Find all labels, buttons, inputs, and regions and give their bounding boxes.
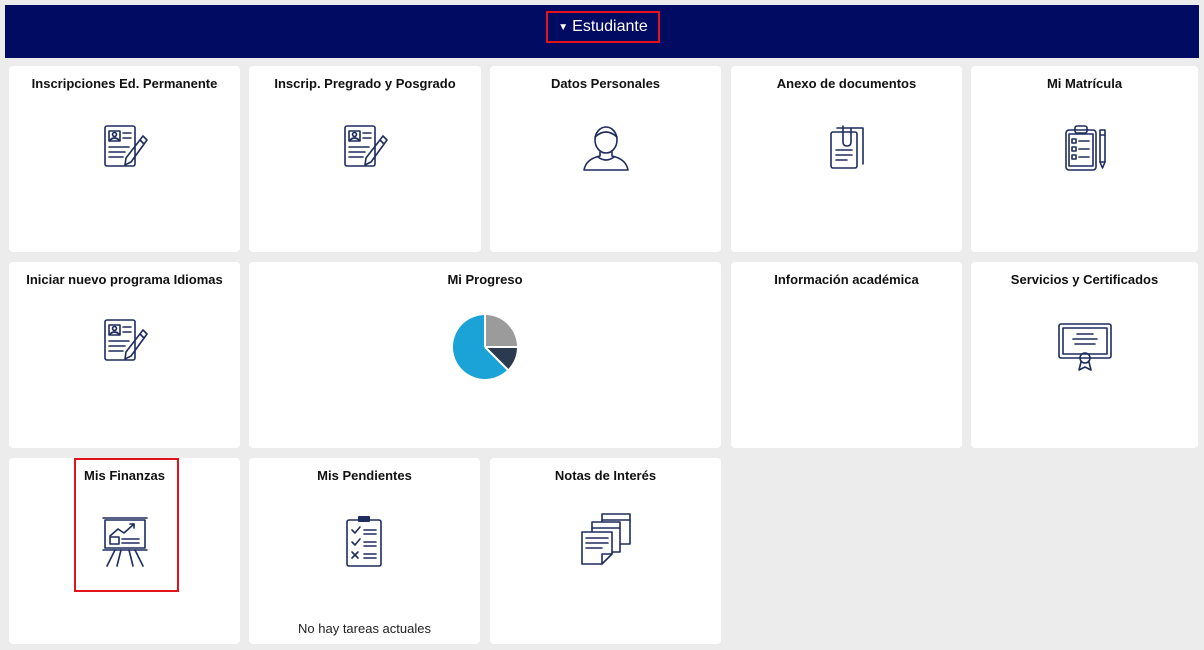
tile-mis-pendientes[interactable]: Mis Pendientes No hay tareas actuales — [249, 458, 480, 644]
tile-title: Anexo de documentos — [776, 76, 917, 91]
tile-title: Iniciar nuevo programa Idiomas — [26, 272, 223, 287]
form-edit-icon — [335, 118, 395, 178]
stacked-notes-icon — [576, 508, 636, 568]
tile-title: Mi Progreso — [447, 272, 523, 287]
task-list-icon — [335, 512, 395, 572]
tile-mis-finanzas[interactable]: Mis Finanzas — [9, 458, 240, 644]
tile-inscripciones-ed-permanente[interactable]: Inscripciones Ed. Permanente — [9, 66, 240, 252]
tile-title: Inscripciones Ed. Permanente — [31, 76, 218, 91]
tile-notas-interes[interactable]: Notas de Interés — [490, 458, 721, 644]
certificate-icon — [1055, 314, 1115, 374]
tile-title: Notas de Interés — [554, 468, 657, 483]
tile-anexo-documentos[interactable]: Anexo de documentos — [731, 66, 962, 252]
pie-chart-icon — [452, 314, 518, 380]
estudiante-menu-toggle[interactable]: ▼ Estudiante — [546, 11, 660, 43]
user-profile-icon — [576, 120, 636, 180]
tile-title: Datos Personales — [550, 76, 661, 91]
tile-servicios-certificados[interactable]: Servicios y Certificados — [971, 262, 1198, 448]
tile-title: Mis Finanzas — [84, 468, 165, 483]
tile-title: Inscrip. Pregrado y Posgrado — [274, 76, 456, 91]
presentation-board-icon — [95, 510, 155, 570]
tile-title: Mi Matrícula — [1046, 76, 1123, 91]
clipboard-checklist-icon — [1055, 118, 1115, 178]
no-tasks-message: No hay tareas actuales — [298, 621, 431, 636]
tile-inscrip-pregrado-posgrado[interactable]: Inscrip. Pregrado y Posgrado — [249, 66, 481, 252]
tile-datos-personales[interactable]: Datos Personales — [490, 66, 721, 252]
caret-down-icon: ▼ — [558, 21, 569, 33]
estudiante-menu-label: Estudiante — [572, 18, 648, 35]
attached-documents-icon — [817, 118, 877, 178]
header-bar: ▼ Estudiante — [5, 5, 1199, 58]
form-edit-icon — [95, 312, 155, 372]
tile-title: Información académica — [774, 272, 919, 287]
tile-mi-progreso[interactable]: Mi Progreso — [249, 262, 721, 448]
tile-title: Servicios y Certificados — [1010, 272, 1159, 287]
tile-title: Mis Pendientes — [317, 468, 412, 483]
form-edit-icon — [95, 118, 155, 178]
tile-iniciar-nuevo-programa-idiomas[interactable]: Iniciar nuevo programa Idiomas — [9, 262, 240, 448]
tile-informacion-academica[interactable]: Información académica — [731, 262, 962, 448]
tile-mi-matricula[interactable]: Mi Matrícula — [971, 66, 1198, 252]
